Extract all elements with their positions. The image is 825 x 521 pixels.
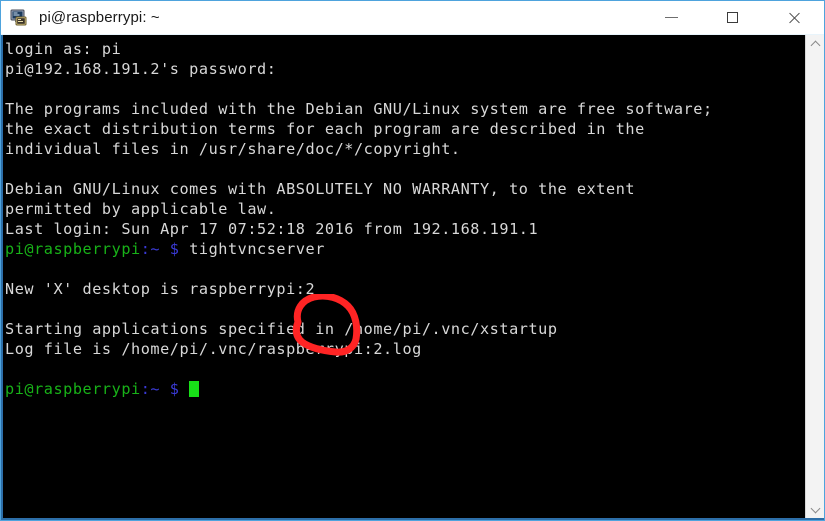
minimize-button[interactable]	[641, 1, 702, 35]
terminal-line: login as: pi	[5, 39, 805, 59]
terminal-text: permitted by applicable law.	[5, 200, 277, 218]
terminal-text: Starting applications specified in /home…	[5, 320, 558, 338]
terminal-text: Debian GNU/Linux comes with ABSOLUTELY N…	[5, 180, 636, 198]
putty-window: pi@raspberrypi: ~ login as: pi pi@192.168…	[0, 0, 825, 521]
terminal-text: The programs included with the Debian GN…	[5, 100, 713, 118]
terminal-line: individual files in /usr/share/doc/*/cop…	[5, 139, 805, 159]
terminal-line: Debian GNU/Linux comes with ABSOLUTELY N…	[5, 179, 805, 199]
terminal-area: login as: pi pi@192.168.191.2's password:…	[1, 35, 824, 520]
maximize-icon	[727, 12, 738, 23]
terminal-line: Last login: Sun Apr 17 07:52:18 2016 fro…	[5, 219, 805, 239]
terminal-text: login as: pi	[5, 40, 122, 58]
minimize-icon	[665, 17, 678, 18]
terminal-text: Last login: Sun Apr 17 07:52:18 2016 fro…	[5, 220, 539, 238]
terminal-text: tightvncserver	[189, 240, 325, 258]
close-button[interactable]	[763, 1, 824, 35]
chevron-up-icon	[811, 40, 819, 48]
terminal-text: pi@raspberrypi	[5, 380, 141, 398]
terminal-line: The programs included with the Debian GN…	[5, 99, 805, 119]
terminal-line: Log file is /home/pi/.vnc/raspberrypi:2.…	[5, 339, 805, 359]
scrollbar-up-button[interactable]	[806, 35, 824, 53]
putty-terminal-icon	[10, 8, 30, 28]
scrollbar-track[interactable]	[806, 53, 824, 500]
terminal-text: individual files in /usr/share/doc/*/cop…	[5, 140, 461, 158]
terminal-screen[interactable]: login as: pi pi@192.168.191.2's password:…	[3, 35, 805, 518]
terminal-cursor	[189, 381, 200, 397]
terminal-text: pi@192.168.191.2's password:	[5, 60, 277, 78]
window-title: pi@raspberrypi: ~	[39, 9, 160, 26]
terminal-line: Starting applications specified in /home…	[5, 319, 805, 339]
window-controls	[641, 1, 824, 35]
terminal-text: the exact distribution terms for each pr…	[5, 120, 645, 138]
terminal-line: New 'X' desktop is raspberrypi:2	[5, 279, 805, 299]
terminal-text: Log file is /home/pi/.vnc/raspberrypi:2.…	[5, 340, 422, 358]
terminal-line: pi@raspberrypi:~ $ tightvncserver	[5, 239, 805, 259]
terminal-line: pi@raspberrypi:~ $	[5, 379, 805, 399]
chevron-down-icon	[811, 505, 819, 513]
terminal-text: New 'X' desktop is raspberrypi:2	[5, 280, 316, 298]
scrollbar-down-button[interactable]	[806, 500, 824, 518]
terminal-scrollbar[interactable]	[805, 35, 824, 518]
scrollbar-thumb[interactable]	[806, 53, 824, 500]
close-icon	[787, 11, 801, 25]
title-bar[interactable]: pi@raspberrypi: ~	[1, 1, 824, 35]
terminal-line: the exact distribution terms for each pr…	[5, 119, 805, 139]
terminal-text: :~ $	[140, 240, 190, 258]
terminal-text: pi@raspberrypi	[5, 240, 141, 258]
terminal-text: :~ $	[140, 380, 190, 398]
maximize-button[interactable]	[702, 1, 763, 35]
terminal-line: pi@192.168.191.2's password:	[5, 59, 805, 79]
terminal-line: permitted by applicable law.	[5, 199, 805, 219]
